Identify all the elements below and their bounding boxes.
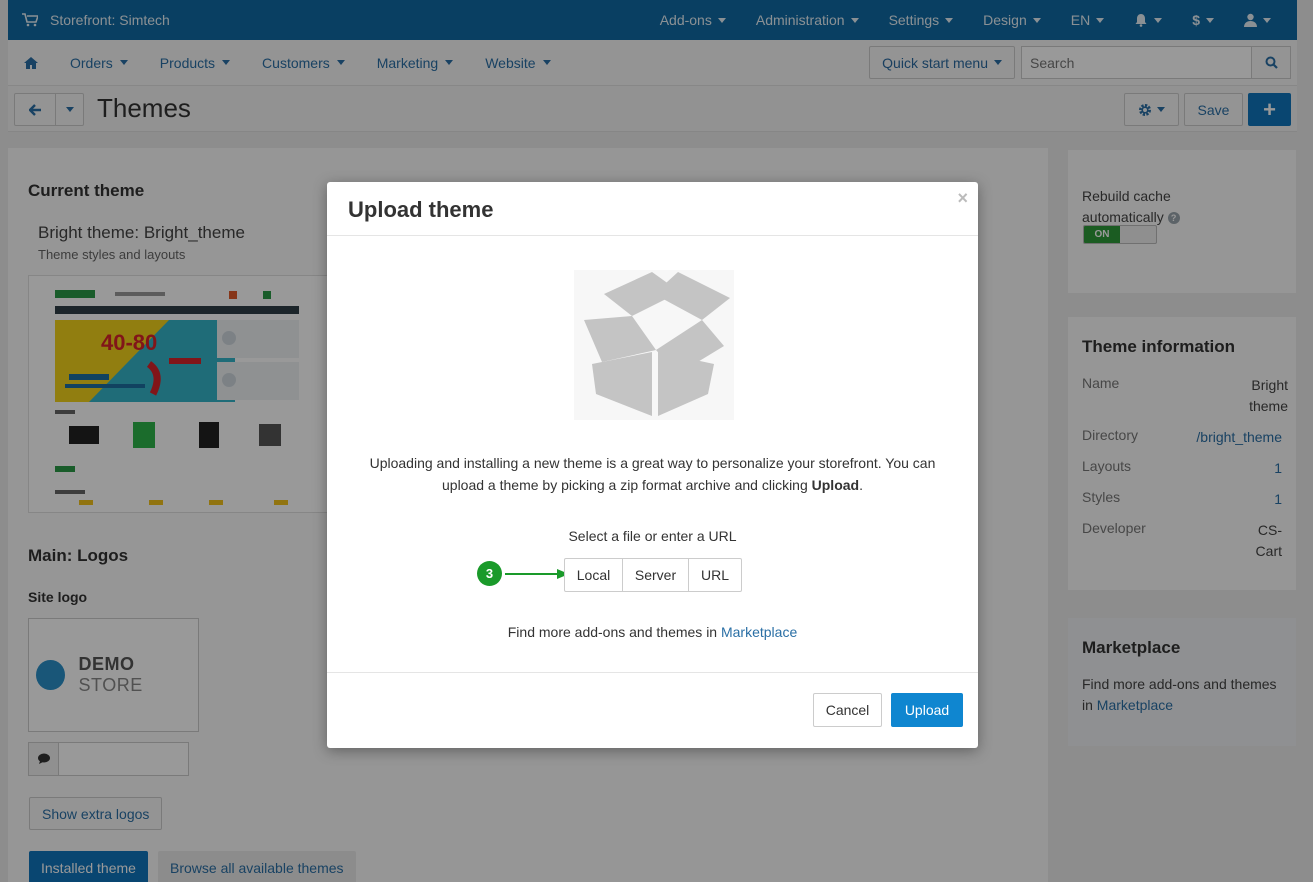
source-button-group: Local Server URL [564, 558, 742, 592]
marketplace-link[interactable]: Marketplace [721, 624, 797, 640]
close-icon[interactable]: × [957, 188, 968, 209]
arrow-right-icon [505, 569, 569, 579]
upload-theme-dialog: Upload theme × Uploading and installing … [327, 182, 978, 748]
dialog-header: Upload theme × [327, 182, 978, 236]
dialog-title: Upload theme [348, 197, 494, 222]
url-button[interactable]: URL [689, 558, 742, 592]
find-more-text: Find more add-ons and themes in Marketpl… [327, 624, 978, 640]
step-marker: 3 [477, 561, 502, 586]
cancel-button[interactable]: Cancel [813, 693, 882, 727]
description-upload-word: Upload [811, 477, 860, 493]
select-source-label: Select a file or enter a URL [568, 528, 737, 544]
local-button[interactable]: Local [564, 558, 623, 592]
find-more-label: Find more add-ons and themes in [507, 624, 721, 640]
open-box-icon [574, 270, 734, 420]
description-end: . [859, 477, 863, 493]
dialog-description: Uploading and installing a new theme is … [347, 452, 958, 496]
upload-button[interactable]: Upload [891, 693, 963, 727]
server-button[interactable]: Server [623, 558, 689, 592]
